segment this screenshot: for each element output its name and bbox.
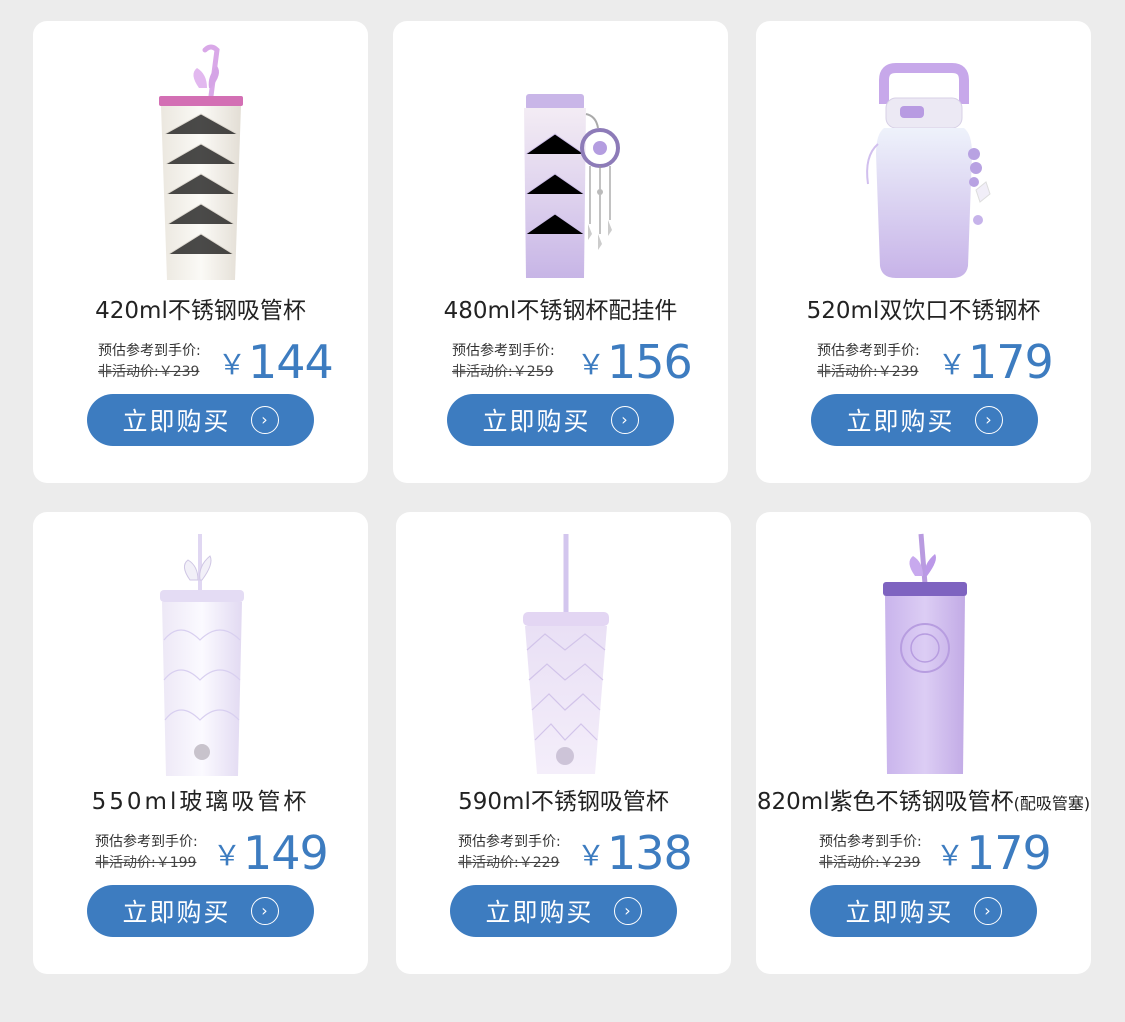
chevron-right-circle-icon: › <box>250 406 279 434</box>
product-name-suffix: (配吸管塞) <box>1013 794 1091 813</box>
price-labels: 预估参考到手价: 非活动价:￥239 <box>819 832 922 874</box>
product-name: 590ml不锈钢吸管杯 <box>458 789 669 815</box>
product-card[interactable]: 480ml不锈钢杯配挂件 预估参考到手价: 非活动价:￥259 ￥156 立即购… <box>393 21 728 483</box>
price-number: 179 <box>966 826 1052 880</box>
price-block: 预估参考到手价: 非活动价:￥239 ￥144 <box>33 335 368 393</box>
price-labels: 预估参考到手价: 非活动价:￥199 <box>95 832 198 874</box>
original-price: 非活动价:￥239 <box>817 364 919 380</box>
product-name: 420ml不锈钢吸管杯 <box>95 298 306 324</box>
currency-symbol: ￥ <box>938 348 967 381</box>
buy-button-label: 立即购买 <box>482 407 591 436</box>
buy-button-label: 立即购买 <box>485 898 594 927</box>
buy-button-label: 立即购买 <box>846 407 955 436</box>
currency-symbol: ￥ <box>218 348 247 381</box>
price-value: ￥149 <box>213 826 329 880</box>
estimated-price-label: 预估参考到手价: <box>98 343 201 359</box>
currency-symbol: ￥ <box>936 839 965 872</box>
price-number: 144 <box>248 335 334 389</box>
buy-now-button[interactable]: 立即购买 › <box>811 394 1038 446</box>
price-labels: 预估参考到手价: 非活动价:￥239 <box>98 341 201 383</box>
price-labels: 预估参考到手价: 非活动价:￥239 <box>817 341 920 383</box>
product-card[interactable]: 550ml玻璃吸管杯 预估参考到手价: 非活动价:￥199 ￥149 立即购买 … <box>33 512 368 974</box>
price-block: 预估参考到手价: 非活动价:￥199 ￥149 <box>33 826 368 884</box>
price-number: 138 <box>607 826 693 880</box>
price-value: ￥144 <box>218 335 334 389</box>
chevron-right-circle-icon: › <box>250 897 279 925</box>
product-card[interactable]: 520ml双饮口不锈钢杯 预估参考到手价: 非活动价:￥239 ￥179 立即购… <box>756 21 1091 483</box>
product-name: 480ml不锈钢杯配挂件 <box>443 298 678 324</box>
estimated-price-label: 预估参考到手价: <box>817 343 920 359</box>
original-price: 非活动价:￥199 <box>95 855 197 871</box>
price-block: 预估参考到手价: 非活动价:￥239 ￥179 <box>756 826 1091 884</box>
price-number: 156 <box>607 335 693 389</box>
product-card[interactable]: 590ml不锈钢吸管杯 预估参考到手价: 非活动价:￥229 ￥138 立即购买… <box>396 512 731 974</box>
product-card[interactable]: 820ml紫色不锈钢吸管杯(配吸管塞) 预估参考到手价: 非活动价:￥239 ￥… <box>756 512 1091 974</box>
buy-button-label: 立即购买 <box>122 407 231 436</box>
price-value: ￥179 <box>936 826 1052 880</box>
original-price: 非活动价:￥239 <box>819 855 921 871</box>
product-image[interactable] <box>33 524 368 786</box>
estimated-price-label: 预估参考到手价: <box>95 834 198 850</box>
buy-button-label: 立即购买 <box>845 898 954 927</box>
price-number: 149 <box>243 826 329 880</box>
price-value: ￥179 <box>938 335 1054 389</box>
price-block: 预估参考到手价: 非活动价:￥229 ￥138 <box>396 826 731 884</box>
buy-button-label: 立即购买 <box>122 898 231 927</box>
currency-symbol: ￥ <box>577 839 606 872</box>
price-block: 预估参考到手价: 非活动价:￥259 ￥156 <box>393 335 728 393</box>
chevron-right-circle-icon: › <box>613 897 642 925</box>
buy-now-button[interactable]: 立即购买 › <box>447 394 674 446</box>
product-image[interactable] <box>756 33 1091 295</box>
estimated-price-label: 预估参考到手价: <box>452 343 555 359</box>
price-value: ￥156 <box>577 335 693 389</box>
buy-now-button[interactable]: 立即购买 › <box>450 885 677 937</box>
product-name: 520ml双饮口不锈钢杯 <box>806 298 1041 324</box>
currency-symbol: ￥ <box>213 839 242 872</box>
product-name: 820ml紫色不锈钢吸管杯(配吸管塞) <box>756 789 1091 815</box>
buy-now-button[interactable]: 立即购买 › <box>810 885 1037 937</box>
chevron-right-circle-icon: › <box>610 406 639 434</box>
buy-now-button[interactable]: 立即购买 › <box>87 885 314 937</box>
price-value: ￥138 <box>577 826 693 880</box>
estimated-price-label: 预估参考到手价: <box>458 834 561 850</box>
product-grid: 420ml不锈钢吸管杯 预估参考到手价: 非活动价:￥239 ￥144 立即购买… <box>0 0 1125 1022</box>
price-block: 预估参考到手价: 非活动价:￥239 ￥179 <box>756 335 1091 393</box>
buy-now-button[interactable]: 立即购买 › <box>87 394 314 446</box>
product-image[interactable] <box>33 33 368 295</box>
product-image[interactable] <box>756 524 1091 786</box>
currency-symbol: ￥ <box>577 348 606 381</box>
chevron-right-circle-icon: › <box>973 897 1002 925</box>
original-price: 非活动价:￥259 <box>452 364 554 380</box>
chevron-right-circle-icon: › <box>974 406 1003 434</box>
price-labels: 预估参考到手价: 非活动价:￥259 <box>452 341 555 383</box>
original-price: 非活动价:￥239 <box>98 364 200 380</box>
product-image[interactable] <box>396 524 731 786</box>
product-card[interactable]: 420ml不锈钢吸管杯 预估参考到手价: 非活动价:￥239 ￥144 立即购买… <box>33 21 368 483</box>
product-image[interactable] <box>393 33 728 295</box>
original-price: 非活动价:￥229 <box>458 855 560 871</box>
price-number: 179 <box>968 335 1054 389</box>
estimated-price-label: 预估参考到手价: <box>819 834 922 850</box>
product-name: 550ml玻璃吸管杯 <box>91 789 310 815</box>
price-labels: 预估参考到手价: 非活动价:￥229 <box>458 832 561 874</box>
